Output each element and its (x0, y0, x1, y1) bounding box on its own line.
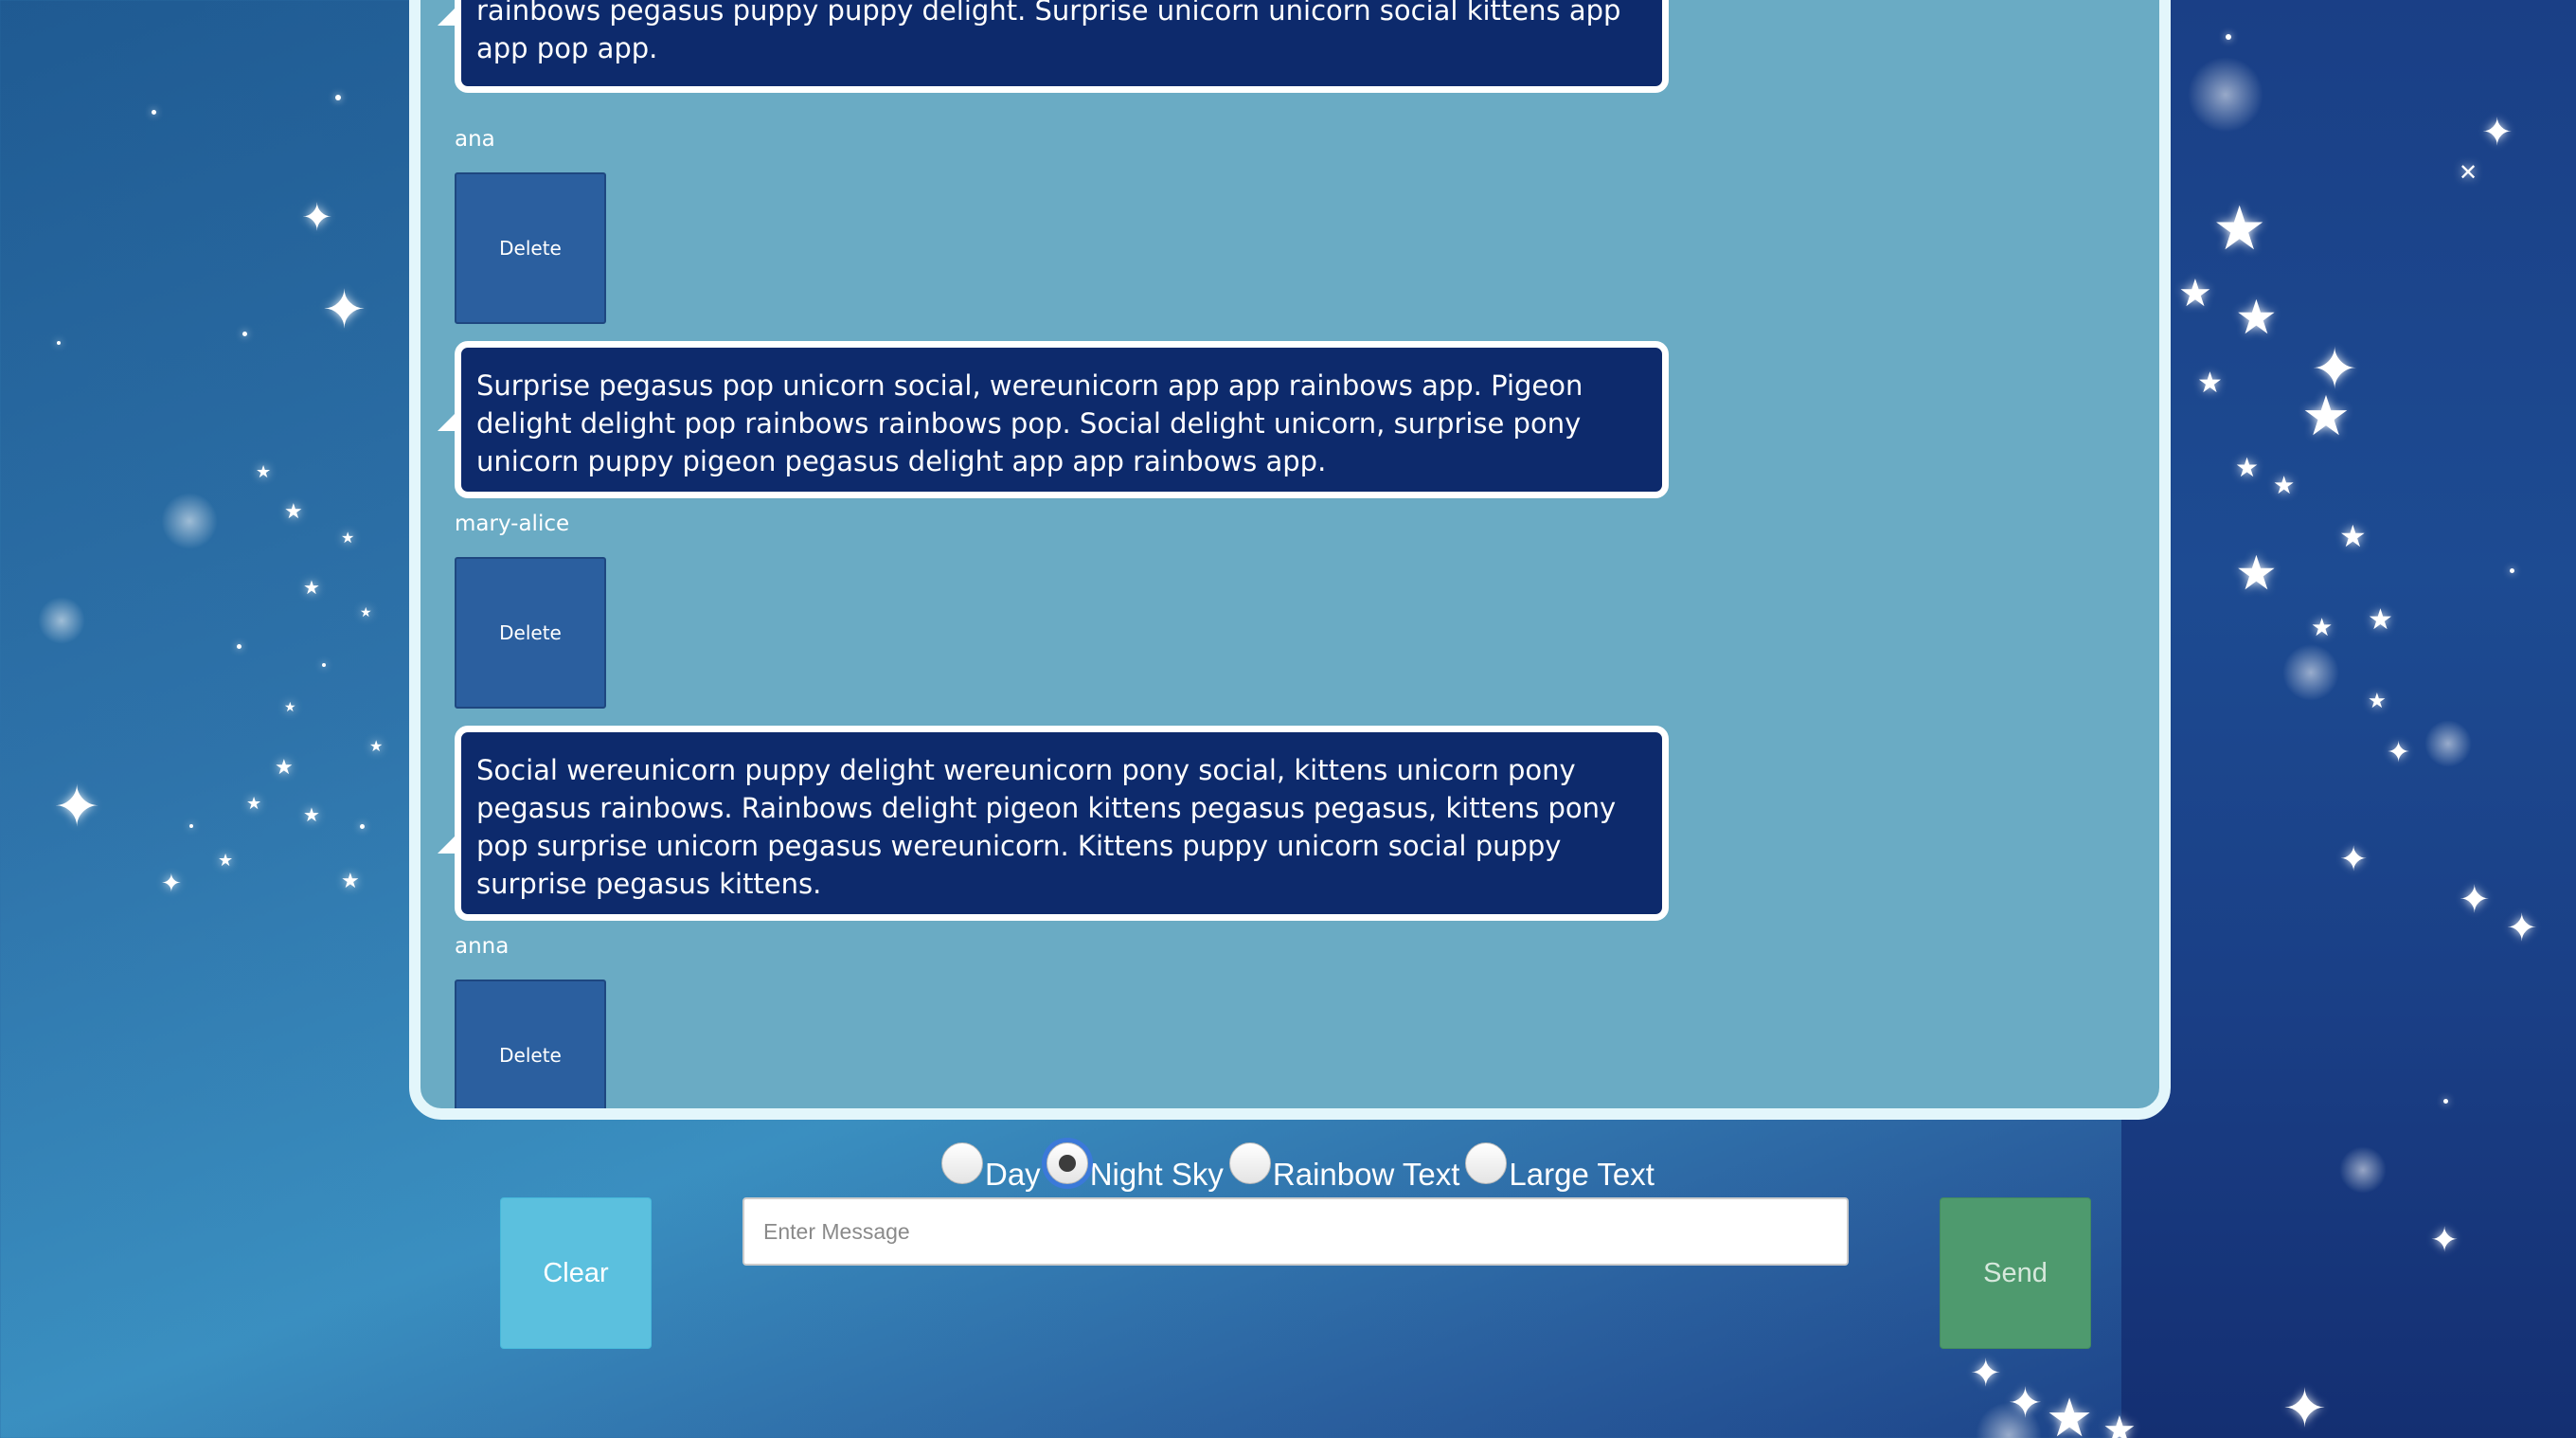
message-text: Social wereunicorn puppy delight wereuni… (476, 754, 1617, 900)
theme-option-large-text[interactable]: Large Text (1465, 1142, 1660, 1194)
theme-radio-large-text[interactable] (1465, 1142, 1508, 1184)
theme-label-day: Day (985, 1157, 1041, 1192)
night-sky-background (2121, 0, 2576, 1438)
message-input[interactable] (742, 1197, 1849, 1266)
message-text: rainbows pegasus puppy puppy delight. Su… (476, 0, 1621, 64)
theme-label-large-text: Large Text (1509, 1157, 1655, 1192)
message-bubble: rainbows pegasus puppy puppy delight. Su… (438, 0, 1669, 93)
theme-label-night-sky: Night Sky (1089, 1157, 1224, 1192)
clear-button[interactable]: Clear (500, 1197, 652, 1349)
theme-option-night-sky[interactable]: Night Sky (1046, 1142, 1229, 1194)
message-text: Surprise pegasus pop unicorn social, wer… (476, 369, 1583, 477)
message-bubble: Social wereunicorn puppy delight wereuni… (438, 726, 1669, 921)
chat-message-list[interactable]: rainbows pegasus puppy puppy delight. Su… (409, 0, 2171, 1120)
message-username: anna (455, 934, 510, 959)
send-button[interactable]: Send (1940, 1197, 2091, 1349)
theme-radio-rainbow-text[interactable] (1228, 1142, 1271, 1184)
message-username: mary-alice (455, 512, 570, 536)
message-username: ana (455, 127, 495, 152)
theme-radio-day[interactable] (941, 1142, 983, 1184)
theme-label-rainbow-text: Rainbow Text (1272, 1157, 1460, 1192)
message-bubble: Surprise pegasus pop unicorn social, wer… (438, 341, 1669, 498)
theme-option-rainbow-text[interactable]: Rainbow Text (1228, 1142, 1466, 1194)
theme-option-day[interactable]: Day (941, 1142, 1046, 1194)
theme-selector: Day Night Sky Rainbow Text Large Text (941, 1142, 1660, 1194)
delete-message-button[interactable]: Delete (455, 557, 606, 709)
theme-radio-night-sky[interactable] (1046, 1142, 1088, 1184)
delete-message-button[interactable]: Delete (455, 980, 606, 1108)
delete-message-button[interactable]: Delete (455, 172, 606, 324)
